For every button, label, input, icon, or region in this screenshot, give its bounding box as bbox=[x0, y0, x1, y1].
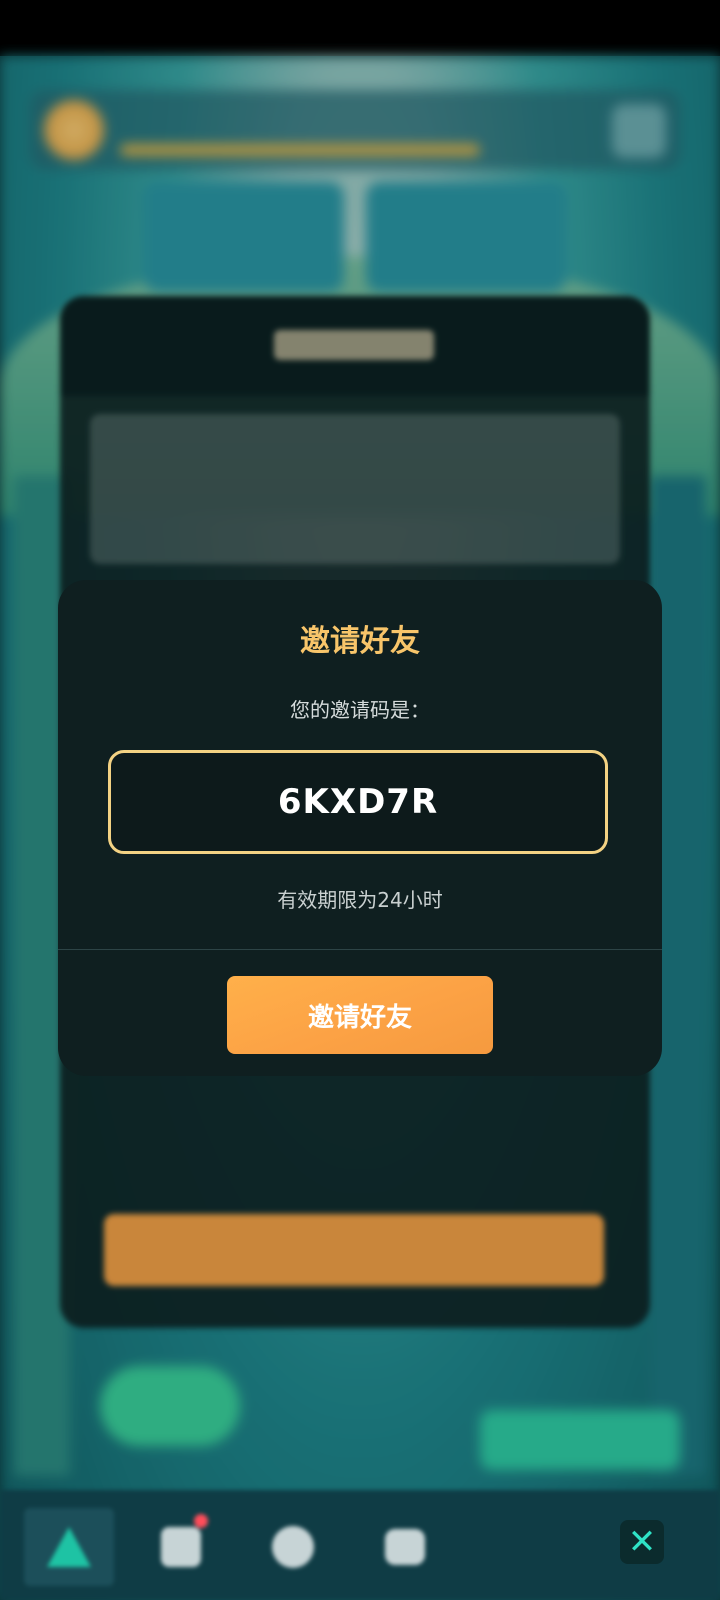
invite-code-box[interactable]: 6KXD7R bbox=[108, 750, 608, 854]
nav-item-circle[interactable] bbox=[248, 1508, 338, 1586]
box-icon bbox=[161, 1527, 201, 1567]
bottom-nav bbox=[0, 1490, 720, 1600]
invite-code-value: 6KXD7R bbox=[277, 782, 439, 822]
nav-item-box[interactable] bbox=[136, 1508, 226, 1586]
validity-text: 有效期限为24小时 bbox=[277, 888, 443, 912]
nav-item-home[interactable] bbox=[24, 1508, 114, 1586]
nav-item-heart[interactable] bbox=[360, 1508, 450, 1586]
invite-friend-modal: 邀请好友 您的邀请码是： 6KXD7R 有效期限为24小时 邀请好友 bbox=[58, 580, 662, 1076]
close-icon: ✕ bbox=[627, 1522, 657, 1562]
notification-dot bbox=[194, 1514, 208, 1528]
modal-divider bbox=[58, 949, 662, 950]
heart-icon bbox=[385, 1529, 425, 1565]
modal-title: 邀请好友 bbox=[300, 624, 420, 659]
invite-friends-button[interactable]: 邀请好友 bbox=[227, 976, 493, 1054]
close-button[interactable]: ✕ bbox=[620, 1520, 664, 1564]
circle-icon bbox=[272, 1526, 314, 1568]
invite-code-label: 您的邀请码是： bbox=[290, 698, 430, 722]
triangle-icon bbox=[47, 1527, 91, 1567]
